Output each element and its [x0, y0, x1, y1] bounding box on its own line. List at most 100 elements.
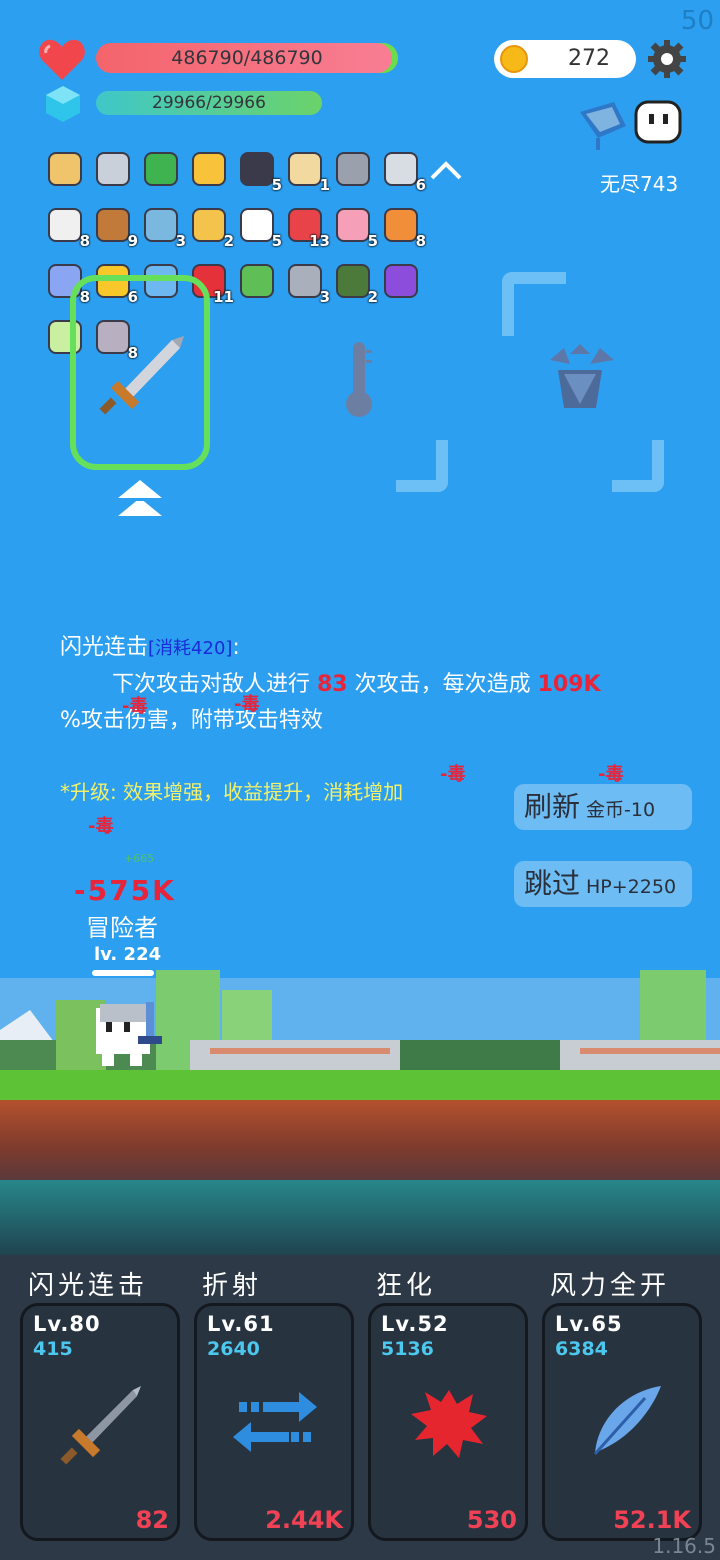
item-count: 1	[319, 176, 330, 194]
grenade-icon[interactable]: 2	[334, 262, 378, 306]
dirt-layer	[0, 1100, 720, 1180]
skill-desc-hits: 83	[317, 672, 348, 697]
hero-knight-sprite	[90, 996, 170, 1070]
refresh-button[interactable]: 刷新 金币-10	[514, 784, 692, 830]
item-count: 13	[309, 232, 330, 250]
sword-icon	[51, 1372, 151, 1472]
skill-level: Lv.61	[207, 1312, 275, 1336]
egg-icon[interactable]: 5	[238, 206, 282, 250]
skill-desc-text2: 次攻击，每次造成	[347, 672, 538, 697]
item-count: 5	[367, 232, 378, 250]
scroll-icon[interactable]	[46, 150, 84, 188]
slime-icon[interactable]	[238, 262, 276, 300]
skill-card[interactable]: Lv.52 5136 530	[368, 1303, 528, 1541]
coin-icon	[500, 45, 528, 73]
poison-text-2: -毒	[234, 694, 260, 715]
target-corner-tr	[502, 272, 566, 336]
skill-value: 530	[466, 1506, 517, 1534]
chest-icon[interactable]	[382, 262, 420, 300]
refresh-cost: 金币-10	[586, 799, 656, 821]
ghost-icon[interactable]	[634, 98, 682, 146]
version-label: 1.16.5	[652, 1534, 716, 1558]
viking-helmet-icon[interactable]	[334, 150, 372, 188]
bat-icon[interactable]: 5	[238, 150, 282, 194]
item-count: 9	[127, 232, 138, 250]
item-count: 3	[175, 232, 186, 250]
sun-icon[interactable]	[190, 150, 228, 188]
hydra-enemy-icon	[540, 340, 620, 412]
skill-value: 52.1K	[613, 1506, 691, 1534]
ice-cream-icon[interactable]: 5	[334, 206, 378, 250]
endless-stage-label: 无尽743	[600, 172, 679, 196]
damage-text: -575K	[74, 874, 176, 907]
skill-name: 闪光连击	[28, 1271, 149, 1301]
skip-fish-icon[interactable]	[574, 98, 630, 150]
blood-splat-icon	[399, 1372, 499, 1472]
cards-icon[interactable]: 8	[46, 206, 90, 250]
ring-icon[interactable]: 2	[190, 206, 234, 250]
hp-text: 486790/486790	[171, 47, 323, 69]
target-icon[interactable]: 3	[142, 206, 186, 250]
target-corner-br	[612, 440, 664, 492]
skill-name: 狂化	[376, 1271, 437, 1301]
compass-icon[interactable]: 6	[382, 150, 426, 194]
skill-desc-title-line: 闪光连击[消耗420]:	[60, 630, 700, 667]
arrows-icon	[225, 1372, 325, 1472]
poison-text-4: -毒	[598, 764, 624, 785]
settings-gear-icon[interactable]	[648, 40, 686, 78]
skill-cost: 6384	[555, 1338, 608, 1360]
skill-card[interactable]: Lv.65 6384 52.1K	[542, 1303, 702, 1541]
skill-cost: 5136	[381, 1338, 434, 1360]
upgrade-note: *升级: 效果增强，收益提升，消耗增加	[60, 780, 404, 804]
gold-display: 272	[494, 40, 636, 78]
skill-desc-dmg: 109K	[537, 672, 601, 697]
skill-desc-colon: :	[232, 635, 240, 660]
skill-cost: 415	[33, 1338, 73, 1360]
mp-text: 29966/29966	[152, 93, 266, 113]
gold-value: 272	[568, 46, 610, 71]
up-arrow-icon[interactable]	[116, 480, 164, 520]
item-count: 8	[415, 232, 426, 250]
item-count: 2	[367, 288, 378, 306]
item-count: 8	[79, 232, 90, 250]
skill-level: Lv.52	[381, 1312, 449, 1336]
pill-icon[interactable]: 13	[286, 206, 330, 250]
skill-description: 闪光连击[消耗420]: 下次攻击对敌人进行 83 次攻击，每次造成 109K …	[60, 630, 700, 739]
refresh-label: 刷新	[524, 790, 581, 823]
book-icon[interactable]	[142, 150, 180, 188]
sword-icon[interactable]	[94, 150, 132, 188]
thermometer-icon	[342, 340, 376, 420]
water-layer	[0, 1180, 720, 1260]
hero-hp-bar	[92, 970, 154, 976]
bow-icon[interactable]: 9	[94, 206, 138, 250]
item-count: 5	[271, 232, 282, 250]
mana-crystal-icon	[46, 86, 80, 122]
map-icon[interactable]: 1	[286, 150, 330, 194]
feather-icon	[573, 1372, 673, 1472]
heart-icon	[38, 38, 86, 82]
skill-level: Lv.80	[33, 1312, 101, 1336]
skill-name: 折射	[202, 1271, 263, 1301]
hero-level: lv. 224	[94, 944, 162, 965]
skill-name: 风力全开	[550, 1271, 671, 1301]
skill-value: 2.44K	[265, 1506, 343, 1534]
poison-text-1: -毒	[122, 696, 148, 717]
heal-text: +665	[124, 852, 155, 865]
item-count: 6	[415, 176, 426, 194]
skill-level: Lv.65	[555, 1312, 623, 1336]
skill-card[interactable]: Lv.80 415 82	[20, 1303, 180, 1541]
hero-name: 冒险者	[86, 914, 158, 942]
skill-card[interactable]: Lv.61 2640 2.44K	[194, 1303, 354, 1541]
item-count: 2	[223, 232, 234, 250]
hp-bar: 486790/486790	[96, 43, 398, 73]
meteor-icon[interactable]: 8	[382, 206, 426, 250]
skill-value: 82	[135, 1506, 169, 1534]
collapse-chevron-icon[interactable]	[428, 156, 464, 184]
big-sword-icon	[92, 332, 192, 422]
skill-desc-title: 闪光连击	[60, 635, 149, 660]
skip-button[interactable]: 跳过 HP+2250	[514, 861, 692, 907]
skill-desc-line2: %攻击伤害，附带攻击特效	[60, 708, 323, 733]
poison-text-3: -毒	[440, 764, 466, 785]
target-corner-tl	[284, 275, 324, 315]
target-corner-bl	[396, 440, 448, 492]
